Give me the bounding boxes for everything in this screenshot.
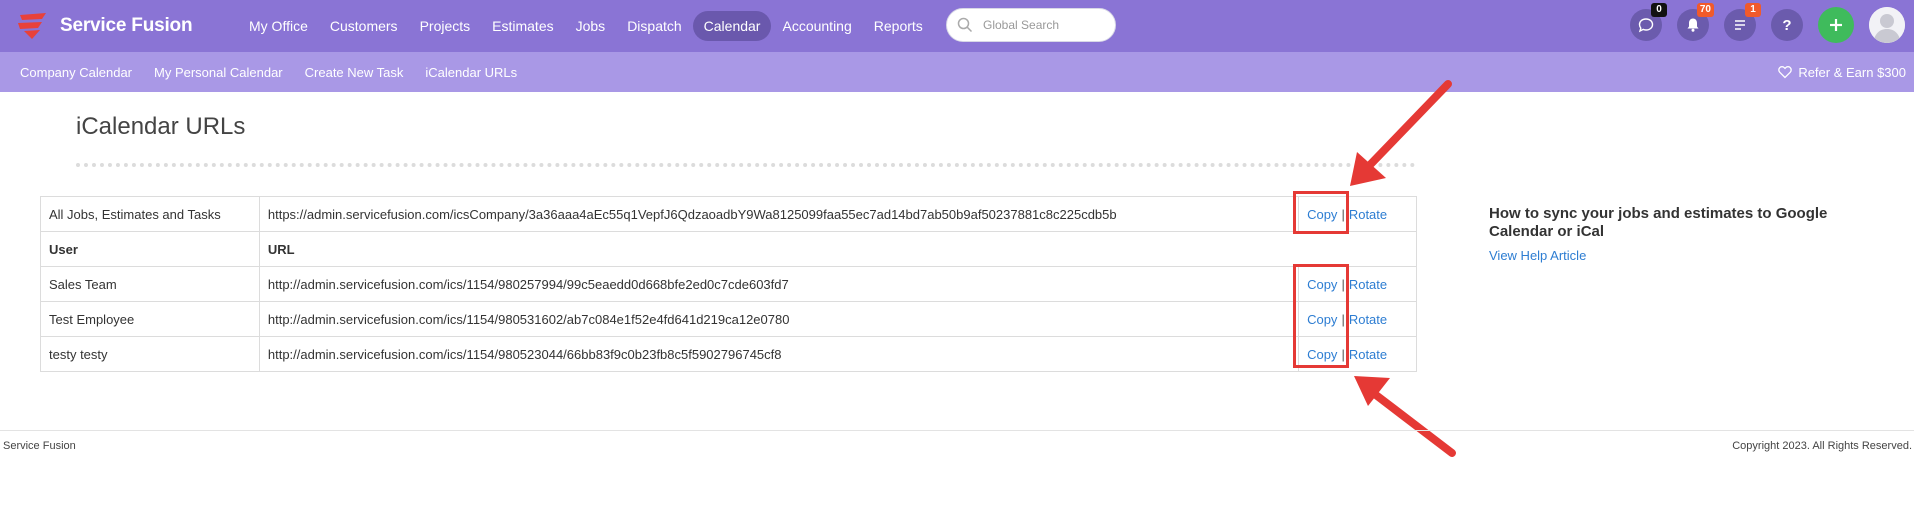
chat-bubble-icon: [1638, 18, 1654, 33]
rotate-link[interactable]: Rotate: [1349, 207, 1387, 222]
title-divider: [76, 163, 1416, 167]
nav-customers[interactable]: Customers: [319, 11, 409, 41]
plus-icon: [1830, 19, 1842, 31]
user-url: http://admin.servicefusion.com/ics/1154/…: [258, 266, 1300, 302]
copy-highlight-box: [1293, 191, 1349, 234]
nav-accounting[interactable]: Accounting: [771, 11, 862, 41]
rotate-link[interactable]: Rotate: [1349, 312, 1387, 327]
footer-copyright: Copyright 2023. All Rights Reserved.: [1732, 440, 1912, 452]
top-nav-bar: Service Fusion My Office Customers Proje…: [0, 0, 1914, 52]
company-row-url: https://admin.servicefusion.com/icsCompa…: [258, 196, 1300, 232]
help-question-icon: ?: [1782, 16, 1792, 34]
brand-logo[interactable]: Service Fusion: [16, 10, 193, 42]
search-input[interactable]: [983, 18, 1103, 32]
user-avatar-icon: [1869, 7, 1905, 43]
service-fusion-logo-icon: [18, 13, 46, 39]
company-row-label: All Jobs, Estimates and Tasks: [40, 196, 260, 232]
calendar-sub-nav-bar: Company Calendar My Personal Calendar Cr…: [0, 52, 1914, 92]
global-search[interactable]: [946, 8, 1116, 42]
user-name: testy testy: [40, 336, 260, 372]
table-row: Sales Team http://admin.servicefusion.co…: [40, 266, 1417, 302]
task-list-icon: [1735, 20, 1745, 30]
arrow-up-icon: [1354, 376, 1456, 457]
view-help-article-link[interactable]: View Help Article: [1489, 248, 1586, 263]
subnav-icalendar-urls[interactable]: iCalendar URLs: [425, 65, 517, 80]
refer-and-earn-link[interactable]: Refer & Earn $300: [1778, 52, 1906, 92]
table-row: testy testy http://admin.servicefusion.c…: [40, 336, 1417, 372]
rotate-link[interactable]: Rotate: [1349, 347, 1387, 362]
main-nav: My Office Customers Projects Estimates J…: [238, 10, 934, 42]
nav-calendar[interactable]: Calendar: [692, 11, 772, 41]
page-title: iCalendar URLs: [76, 113, 246, 140]
user-url: http://admin.servicefusion.com/ics/1154/…: [258, 336, 1300, 372]
user-name: Sales Team: [40, 266, 260, 302]
help-panel: How to sync your jobs and estimates to G…: [1489, 205, 1889, 265]
user-avatar[interactable]: [1869, 7, 1905, 43]
notifications-count-badge: 70: [1696, 3, 1714, 17]
nav-dispatch[interactable]: Dispatch: [616, 11, 692, 41]
refer-label: Refer & Earn $300: [1798, 64, 1906, 80]
footer-brand: Service Fusion: [3, 440, 76, 452]
brand-name: Service Fusion: [60, 15, 193, 36]
subnav-company-calendar[interactable]: Company Calendar: [20, 65, 132, 80]
nav-my-office[interactable]: My Office: [238, 11, 319, 41]
nav-projects[interactable]: Projects: [409, 11, 482, 41]
nav-jobs[interactable]: Jobs: [565, 11, 617, 41]
copy-highlight-box: [1293, 264, 1349, 368]
chat-button[interactable]: 0: [1630, 3, 1667, 41]
help-button[interactable]: ?: [1771, 9, 1803, 41]
notifications-button[interactable]: 70: [1677, 3, 1714, 41]
chat-count-badge: 0: [1651, 3, 1667, 17]
add-new-button[interactable]: [1818, 7, 1854, 43]
rotate-link[interactable]: Rotate: [1349, 277, 1387, 292]
nav-reports[interactable]: Reports: [863, 11, 934, 41]
arrow-down-icon: [1350, 80, 1452, 186]
footer-divider: [0, 430, 1914, 431]
subnav-create-new-task[interactable]: Create New Task: [305, 65, 404, 80]
search-icon: [957, 17, 973, 33]
url-column-header: URL: [258, 231, 1418, 267]
user-name: Test Employee: [40, 301, 260, 337]
calendar-sub-nav: Company Calendar My Personal Calendar Cr…: [20, 52, 539, 92]
company-row: All Jobs, Estimates and Tasks https://ad…: [40, 196, 1417, 232]
tasks-button[interactable]: 1: [1724, 3, 1761, 41]
help-title: How to sync your jobs and estimates to G…: [1489, 205, 1828, 240]
user-column-header: User: [40, 231, 260, 267]
table-row: Test Employee http://admin.servicefusion…: [40, 301, 1417, 337]
subnav-my-personal-calendar[interactable]: My Personal Calendar: [154, 65, 283, 80]
user-url: http://admin.servicefusion.com/ics/1154/…: [258, 301, 1300, 337]
bell-icon: [1687, 18, 1699, 32]
table-header-row: User URL: [40, 231, 1418, 267]
nav-estimates[interactable]: Estimates: [481, 11, 564, 41]
icalendar-urls-table: All Jobs, Estimates and Tasks https://ad…: [40, 196, 1418, 372]
heart-icon: [1778, 66, 1793, 79]
tasks-count-badge: 1: [1745, 3, 1761, 17]
